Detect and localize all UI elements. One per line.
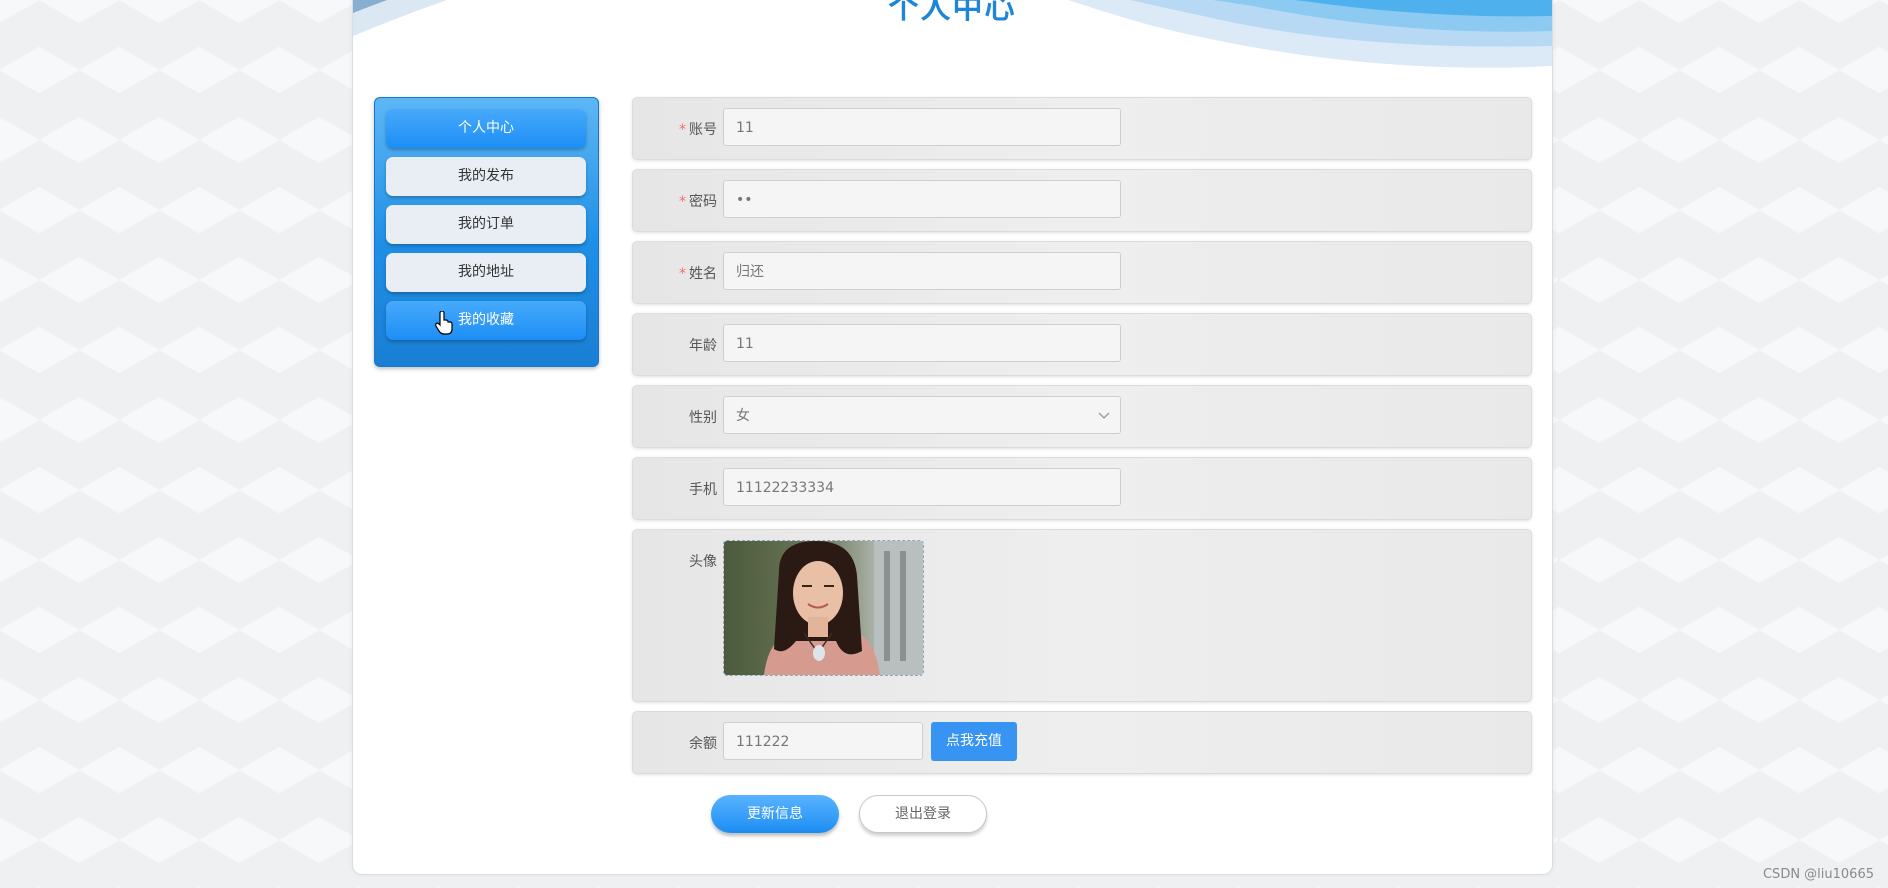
age-input[interactable]: 11	[723, 324, 1121, 362]
watermark: CSDN @liu10665	[1762, 867, 1874, 882]
password-label: * 密码	[679, 194, 717, 210]
page-title: 个人中心	[888, 0, 1017, 26]
gender-select[interactable]: 女	[723, 396, 1121, 434]
password-input[interactable]: ••	[723, 180, 1121, 218]
logout-button[interactable]: 退出登录	[859, 795, 987, 833]
sidebar-item-my-orders[interactable]: 我的订单	[386, 205, 586, 244]
form-row-balance: 余额 111222 点我充值	[632, 711, 1532, 774]
name-input[interactable]: 归还	[723, 252, 1121, 290]
phone-input[interactable]: 11122233334	[723, 468, 1121, 506]
chevron-down-icon	[1098, 412, 1110, 419]
sidebar-item-my-favorites[interactable]: 我的收藏	[386, 301, 586, 340]
account-label: * 账号	[679, 122, 717, 138]
form-row-password: * 密码 ••	[632, 169, 1532, 232]
update-info-button[interactable]: 更新信息	[711, 795, 839, 833]
sidebar-menu: 个人中心 我的发布 我的订单 我的地址 我的收藏	[374, 97, 599, 367]
recharge-button[interactable]: 点我充值	[931, 722, 1017, 761]
avatar-upload[interactable]	[723, 540, 924, 676]
balance-label: 余额	[689, 736, 717, 752]
name-label: * 姓名	[679, 266, 717, 282]
form-row-avatar: 头像	[632, 529, 1532, 702]
form-row-name: * 姓名 归还	[632, 241, 1532, 304]
hand-cursor-icon	[435, 311, 453, 335]
form-row-age: 年龄 11	[632, 313, 1532, 376]
age-label: 年龄	[689, 338, 717, 354]
gender-label: 性别	[689, 410, 717, 426]
account-input[interactable]: 11	[723, 108, 1121, 146]
phone-label: 手机	[689, 482, 717, 498]
form-row-account: * 账号 11	[632, 97, 1532, 160]
sidebar-item-my-address[interactable]: 我的地址	[386, 253, 586, 292]
form-row-phone: 手机 11122233334	[632, 457, 1532, 520]
balance-input[interactable]: 111222	[723, 722, 923, 760]
avatar-image	[724, 541, 923, 675]
sidebar-item-my-posts[interactable]: 我的发布	[386, 157, 586, 196]
gender-selected-value: 女	[736, 408, 750, 424]
sidebar-item-profile[interactable]: 个人中心	[386, 109, 586, 148]
avatar-label: 头像	[689, 554, 717, 570]
form-row-gender: 性别 女	[632, 385, 1532, 448]
profile-panel: 个人中心 个人中心 我的发布 我的订单 我的地址 我的收藏 * 账号 11 * 密码…	[352, 0, 1553, 875]
